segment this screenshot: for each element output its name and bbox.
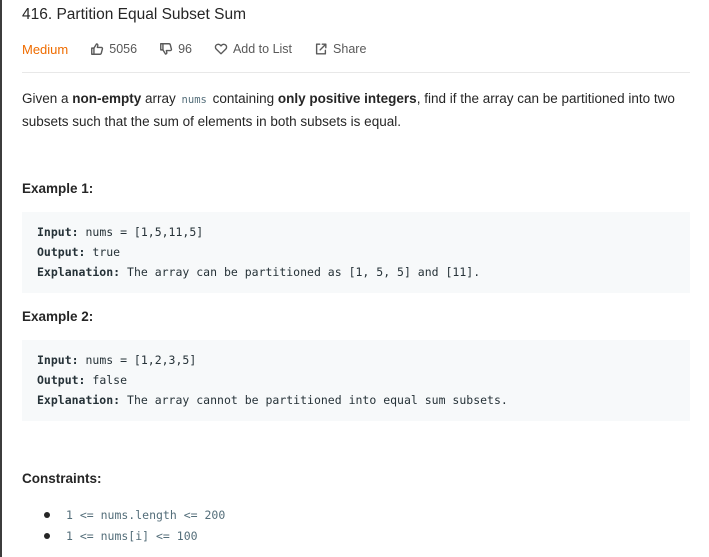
explanation-value: The array can be partitioned as [1, 5, 5… [120,265,481,279]
example-1-heading: Example 1: [22,181,94,196]
share-button[interactable]: Share [314,42,366,56]
share-label: Share [333,42,367,56]
window-edge [0,0,2,557]
thumbs-up-icon [91,43,104,55]
explanation-label: Explanation: [37,265,121,279]
statement-emphasis: only positive integers [277,91,417,106]
output-value: true [85,245,121,259]
input-label: Input: [37,225,79,239]
bullet-icon [44,512,50,518]
statement-emphasis: non-empty [72,91,142,106]
like-count: 5056 [109,42,138,56]
share-icon [315,43,327,55]
example-1-explanation-line: Explanation: The array can be partitione… [37,262,690,282]
example-2-explanation-line: Explanation: The array cannot be partiti… [37,390,690,410]
explanation-label: Explanation: [37,393,121,407]
constraint-item: 1 <= nums.length <= 200 [22,505,225,526]
difficulty-badge: Medium [22,41,69,57]
statement-text: Given a [22,91,73,106]
constraint-item: 1 <= nums[i] <= 100 [22,526,225,547]
input-label: Input: [37,353,79,367]
dislike-button[interactable]: 96 [159,42,192,56]
constraints-list: 1 <= nums.length <= 200 1 <= nums[i] <= … [22,505,225,547]
add-to-list-label: Add to List [232,42,293,56]
input-value: nums = [1,5,11,5] [78,225,204,239]
constraints-heading: Constraints: [22,471,102,486]
problem-meta-bar: Medium 5056 96 Add to List Share [22,40,388,58]
output-label: Output: [37,373,86,387]
like-button[interactable]: 5056 [90,42,137,56]
problem-title: 416. Partition Equal Subset Sum [22,6,247,23]
example-2-input-line: Input: nums = [1,2,3,5] [37,350,690,370]
example-2-code-block: Input: nums = [1,2,3,5] Output: false Ex… [22,340,690,421]
input-value: nums = [1,2,3,5] [78,353,197,367]
thumbs-down-icon [160,43,173,55]
inline-code-nums: nums [181,94,207,106]
problem-statement: Given a non-empty array nums containing … [22,88,690,132]
output-value: false [85,373,128,387]
header-divider [22,72,690,73]
heart-icon [214,43,228,55]
output-label: Output: [37,245,86,259]
constraint-text: 1 <= nums.length <= 200 [66,508,226,522]
example-1-output-line: Output: true [37,242,690,262]
example-2-output-line: Output: false [37,370,690,390]
example-2-heading: Example 2: [22,309,94,324]
constraint-text: 1 <= nums[i] <= 100 [66,529,198,543]
bullet-icon [44,533,50,539]
statement-text: array [141,91,180,106]
dislike-count: 96 [178,42,192,56]
example-1-code-block: Input: nums = [1,5,11,5] Output: true Ex… [22,212,690,293]
explanation-value: The array cannot be partitioned into equ… [120,393,508,407]
example-1-input-line: Input: nums = [1,5,11,5] [37,222,690,242]
statement-text: containing [208,91,278,106]
add-to-list-button[interactable]: Add to List [214,42,292,56]
